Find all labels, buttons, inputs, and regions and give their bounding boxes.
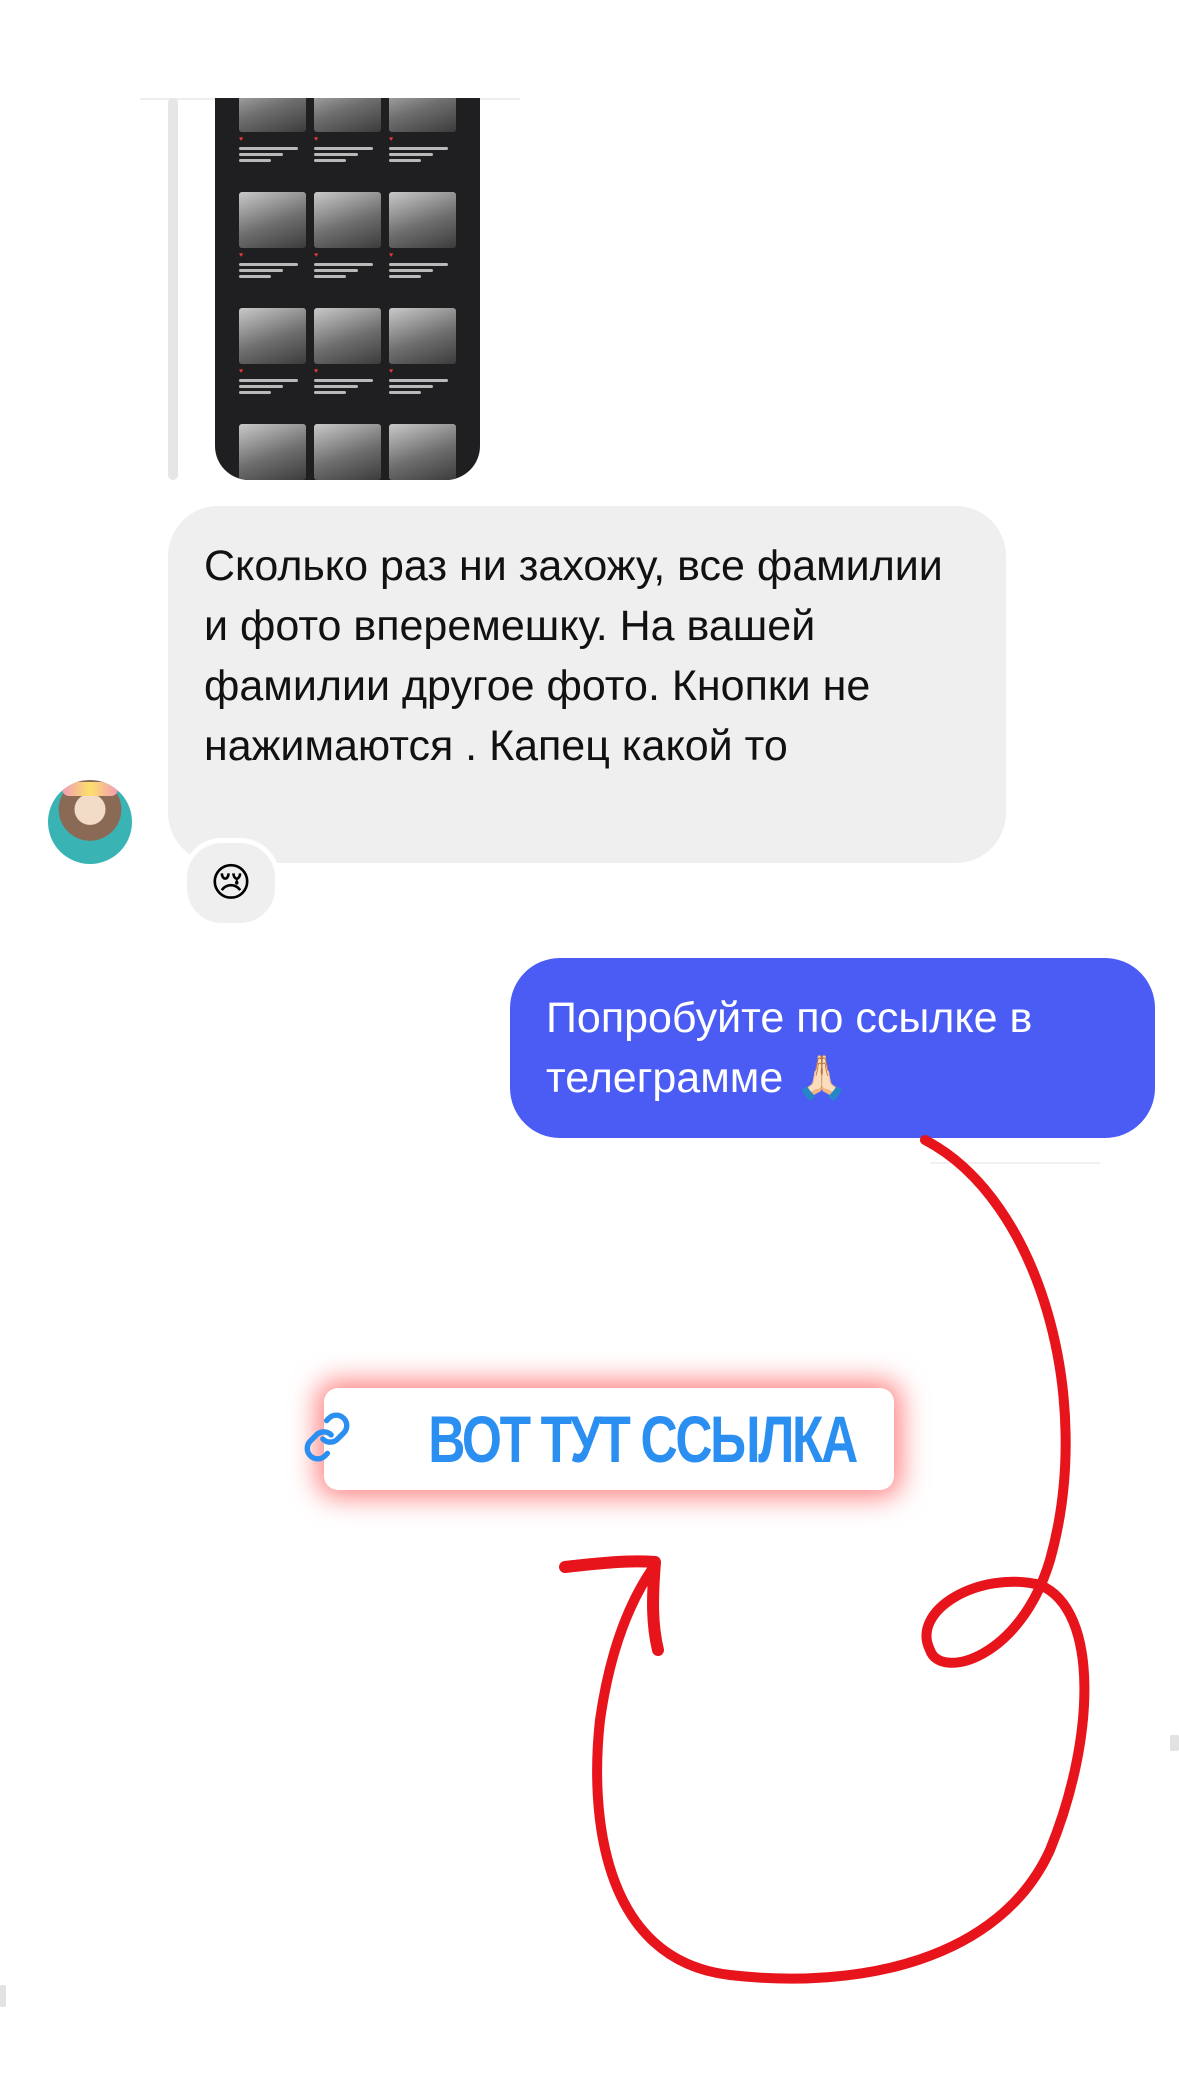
heart-icon: ♥ [389,252,394,259]
incoming-message-bubble[interactable]: Сколько раз ни захожу, все фамилии и фот… [168,506,1006,863]
caption-line [314,159,347,162]
caption-line [314,269,359,272]
arrow-curve [592,1135,1090,1984]
caption-line [314,263,373,266]
caption-line [314,379,373,382]
person-photo [389,98,456,132]
heart-icon: ♥ [389,136,394,143]
caption-line [239,147,298,150]
caption-line [389,263,448,266]
person-photo [389,192,456,248]
caption-line [239,391,272,394]
heart-icon: ♥ [239,368,244,375]
profile-thumbnail: ♥ [314,192,381,296]
caption-line [314,153,359,156]
caption-line [239,379,298,382]
avatar-flower-crown [62,782,118,796]
caption-line [389,153,434,156]
profile-thumbnail: ♥ [389,192,456,296]
heart-icon: ♥ [314,136,319,143]
heart-icon: ♥ [314,368,319,375]
person-photo [239,424,306,480]
crying-face-emoji: 😢 [210,861,252,905]
avatar[interactable] [48,780,132,864]
caption-line [314,391,347,394]
caption-line [239,153,284,156]
outgoing-message-text: Попробуйте по ссылке в телеграмме 🙏🏻 [546,994,1033,1102]
caption-line [314,275,347,278]
caption-line [239,263,298,266]
profile-thumbnail: ♥ [314,98,381,180]
heart-icon: ♥ [314,252,319,259]
arrow-head [559,1555,664,1656]
caption-line [239,275,272,278]
reply-rail [168,98,178,480]
profile-thumbnail: ♥ [389,98,456,180]
caption-line [239,385,284,388]
profile-thumbnail: ♥ [389,424,456,480]
shared-post-screenshot[interactable]: ♥♥♥♥♥♥♥♥♥♥♥♥ [215,98,480,480]
profile-grid: ♥♥♥♥♥♥♥♥♥♥♥♥ [239,98,456,480]
profile-thumbnail: ♥ [239,424,306,480]
profile-thumbnail: ♥ [314,308,381,412]
heart-icon: ♥ [239,252,244,259]
link-icon [302,1411,352,1467]
person-photo [314,424,381,480]
caption-line [389,379,448,382]
heart-icon: ♥ [239,136,244,143]
caption-line [389,159,422,162]
person-photo [239,308,306,364]
caption-line [389,147,448,150]
separator [930,1162,1100,1164]
caption-line [239,269,284,272]
profile-thumbnail: ♥ [239,98,306,180]
edge-mark [0,1985,6,2007]
person-photo [314,192,381,248]
caption-line [389,269,434,272]
person-photo [239,98,306,132]
heart-icon: ♥ [389,368,394,375]
caption-line [314,385,359,388]
link-sticker-label: ВОТ ТУТ ССЫЛКА [428,1402,858,1476]
edge-mark [1170,1735,1179,1751]
caption-line [314,147,373,150]
profile-thumbnail: ♥ [389,308,456,412]
link-sticker[interactable]: ВОТ ТУТ ССЫЛКА [304,1388,894,1490]
person-photo [239,192,306,248]
incoming-message-text: Сколько раз ни захожу, все фамилии и фот… [204,542,943,770]
person-photo [389,308,456,364]
caption-line [239,159,272,162]
person-photo [389,424,456,480]
outgoing-message-bubble[interactable]: Попробуйте по ссылке в телеграмме 🙏🏻 [510,958,1155,1138]
profile-thumbnail: ♥ [239,192,306,296]
person-photo [314,98,381,132]
caption-line [389,275,422,278]
message-reaction[interactable]: 😢 [182,838,280,928]
person-photo [314,308,381,364]
caption-line [389,391,422,394]
profile-thumbnail: ♥ [314,424,381,480]
profile-thumbnail: ♥ [239,308,306,412]
caption-line [389,385,434,388]
